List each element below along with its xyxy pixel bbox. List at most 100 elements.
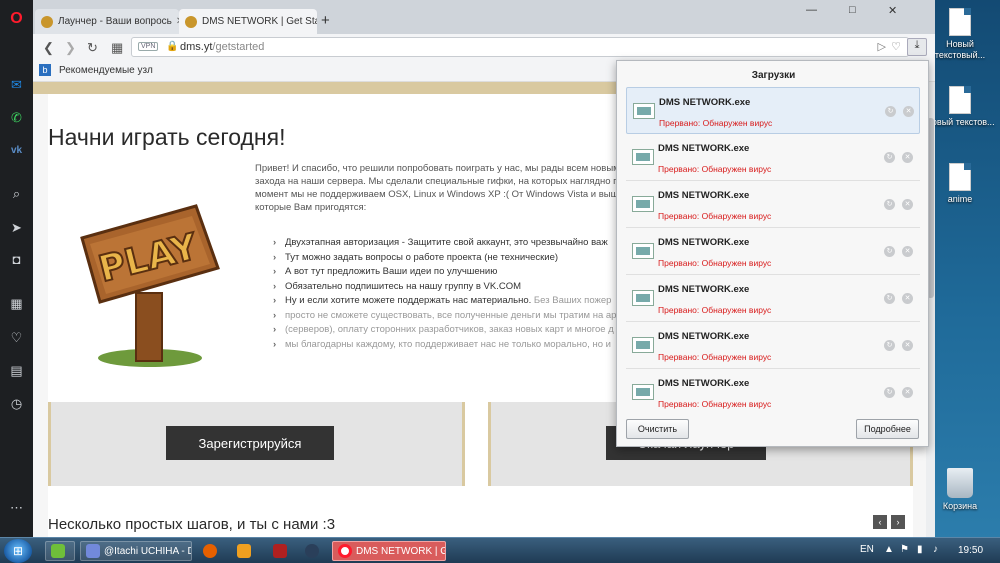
retry-icon[interactable]: ↻ xyxy=(884,293,895,304)
tab-label: Лаунчер - Ваши вопрось xyxy=(58,16,172,27)
reload-icon[interactable]: ↻ xyxy=(87,40,98,56)
taskbar-steam[interactable] xyxy=(300,541,326,561)
bing-icon: b xyxy=(39,64,51,76)
network-icon[interactable]: ▮ xyxy=(917,544,923,555)
firefox-icon xyxy=(203,544,217,558)
prev-arrow-button[interactable]: ‹ xyxy=(873,515,887,529)
download-filename: DMS NETWORK.exe xyxy=(658,378,750,389)
url-field[interactable]: VPN 🔒 dms.yt/getstarted ▷ ♡ xyxy=(131,37,909,57)
desktop-icon-text-file-2[interactable]: Новый текстов... xyxy=(925,86,995,128)
desktop-icon-label: anime xyxy=(947,194,973,204)
clock-icon[interactable]: ◷ xyxy=(6,393,27,414)
taskbar-media-player[interactable] xyxy=(232,541,258,561)
lock-icon[interactable]: 🔒 xyxy=(166,41,178,52)
vk-icon[interactable]: vk xyxy=(6,140,27,161)
new-tab-button[interactable]: + xyxy=(321,12,330,29)
flag-icon[interactable]: ⚑ xyxy=(900,544,909,555)
tab-launcher[interactable]: Лаунчер - Ваши вопрось ✕ xyxy=(35,9,179,34)
messenger-icon[interactable]: ✉ xyxy=(6,74,27,95)
site-favicon-icon xyxy=(41,15,53,28)
download-item[interactable]: DMS NETWORK.exe Прервано: Обнаружен виру… xyxy=(626,322,920,369)
bookmark-recommended[interactable]: Рекомендуемые узл xyxy=(59,65,153,76)
next-arrow-button[interactable]: › xyxy=(891,515,905,529)
tab-strip: Лаунчер - Ваши вопрось ✕ DMS NETWORK | G… xyxy=(33,0,935,34)
download-status: Прервано: Обнаружен вирус xyxy=(658,305,772,315)
retry-icon[interactable]: ↻ xyxy=(884,340,895,351)
volume-icon[interactable]: ♪ xyxy=(933,544,938,555)
list-item[interactable]: А вот тут предложить Ваши идеи по улучше… xyxy=(273,265,653,280)
taskbar-label: @Itachi UCHIHA - Di... xyxy=(104,545,191,557)
forward-button[interactable]: ❯ xyxy=(65,40,76,56)
register-button[interactable]: Зарегистрируйся xyxy=(166,426,334,460)
more-details-button[interactable]: Подробнее xyxy=(856,419,919,439)
desktop-icon-text-file-1[interactable]: Новый текстовый... xyxy=(925,8,995,61)
download-status: Прервано: Обнаружен вирус xyxy=(658,211,772,221)
remove-icon[interactable]: ✕ xyxy=(902,387,913,398)
whatsapp-icon[interactable]: ✆ xyxy=(6,107,27,128)
remove-icon[interactable]: ✕ xyxy=(902,340,913,351)
address-bar-row: ❮ ❯ ↻ ▦ VPN 🔒 dms.yt/getstarted ▷ ♡ ⤓ xyxy=(33,34,935,60)
taskbar-firefox[interactable] xyxy=(198,541,224,561)
downloads-button[interactable]: ⤓ xyxy=(907,38,927,56)
remove-icon[interactable]: ✕ xyxy=(902,152,913,163)
retry-icon[interactable]: ↻ xyxy=(884,152,895,163)
desktop-icon-anime[interactable]: anime xyxy=(925,163,995,205)
back-button[interactable]: ❮ xyxy=(43,40,54,56)
send-icon[interactable]: ➤ xyxy=(6,217,27,238)
remove-icon[interactable]: ✕ xyxy=(903,106,914,117)
camera-icon[interactable]: ◘ xyxy=(6,249,27,270)
list-item[interactable]: Двухэтапная авторизация - Защитите свой … xyxy=(273,236,653,251)
retry-icon[interactable]: ↻ xyxy=(884,246,895,257)
downloads-title: Загрузки xyxy=(751,70,796,81)
vpn-badge[interactable]: VPN xyxy=(138,42,159,51)
support-lead: Ну и если хотите можете поддержать нас м… xyxy=(285,295,532,306)
app-icon xyxy=(273,544,287,558)
grid-icon[interactable]: ▦ xyxy=(6,293,27,314)
url-text: dms.yt/getstarted xyxy=(180,41,264,53)
bookmark-heart-icon[interactable]: ♡ xyxy=(891,40,901,53)
download-item[interactable]: DMS NETWORK.exe Прервано: Обнаружен виру… xyxy=(626,87,920,134)
taskbar-opera[interactable]: DMS NETWORK | Get... xyxy=(332,541,446,561)
downloads-list: DMS NETWORK.exe Прервано: Обнаружен виру… xyxy=(626,87,920,411)
start-button[interactable]: ⊞ xyxy=(4,539,32,563)
download-status: Прервано: Обнаружен вирус xyxy=(658,164,772,174)
clear-downloads-button[interactable]: Очистить xyxy=(626,419,689,439)
tray-arrow-icon[interactable]: ▲ xyxy=(884,544,894,555)
heart-icon[interactable]: ♡ xyxy=(6,327,27,348)
search-icon[interactable]: ⌕ xyxy=(6,183,27,204)
retry-icon[interactable]: ↻ xyxy=(885,106,896,117)
retry-icon[interactable]: ↻ xyxy=(884,199,895,210)
download-item[interactable]: DMS NETWORK.exe Прервано: Обнаружен виру… xyxy=(626,275,920,322)
steps-heading: Несколько простых шагов, и ты с нами :3 xyxy=(48,516,336,533)
maximize-button[interactable]: □ xyxy=(849,4,856,16)
remove-icon[interactable]: ✕ xyxy=(902,199,913,210)
downloads-panel: Загрузки DMS NETWORK.exe Прервано: Обнар… xyxy=(616,60,929,447)
download-item[interactable]: DMS NETWORK.exe Прервано: Обнаружен виру… xyxy=(626,369,920,411)
remove-icon[interactable]: ✕ xyxy=(902,246,913,257)
opera-icon[interactable]: O xyxy=(6,8,27,29)
taskbar-utorrent[interactable] xyxy=(45,541,75,561)
taskbar-discord[interactable]: @Itachi UCHIHA - Di... xyxy=(80,541,192,561)
download-item[interactable]: DMS NETWORK.exe Прервано: Обнаружен виру… xyxy=(626,181,920,228)
close-tab-icon[interactable]: ✕ xyxy=(172,16,179,27)
tab-dms-network[interactable]: DMS NETWORK | Get Star ✕ xyxy=(179,9,317,34)
remove-icon[interactable]: ✕ xyxy=(902,293,913,304)
download-item[interactable]: DMS NETWORK.exe Прервано: Обнаружен виру… xyxy=(626,228,920,275)
more-icon[interactable]: ⋯ xyxy=(6,497,27,518)
taskbar-app[interactable] xyxy=(268,541,294,561)
clock[interactable]: 19:50 xyxy=(958,545,983,556)
news-icon[interactable]: ▤ xyxy=(6,360,27,381)
download-status: Прервано: Обнаружен вирус xyxy=(658,258,772,268)
download-item[interactable]: DMS NETWORK.exe Прервано: Обнаружен виру… xyxy=(626,134,920,181)
desktop-icon-label: Новый текстов... xyxy=(925,117,995,127)
list-item[interactable]: Обязательно подпишитесь на нашу группу в… xyxy=(273,280,653,295)
speed-dial-icon[interactable]: ▦ xyxy=(111,40,123,56)
minimize-button[interactable]: — xyxy=(806,4,817,16)
list-item: Ну и если хотите можете поддержать нас м… xyxy=(273,294,653,309)
send-page-icon[interactable]: ▷ xyxy=(878,40,886,53)
desktop-icon-recycle-bin[interactable]: Корзина xyxy=(925,468,995,512)
close-window-button[interactable]: ✕ xyxy=(888,4,897,17)
language-indicator[interactable]: EN xyxy=(860,544,874,555)
retry-icon[interactable]: ↻ xyxy=(884,387,895,398)
list-item[interactable]: Тут можно задать вопросы о работе проект… xyxy=(273,251,653,266)
